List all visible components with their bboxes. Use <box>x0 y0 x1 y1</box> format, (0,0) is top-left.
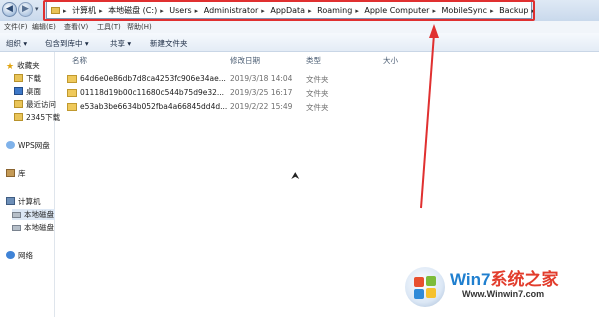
windows-logo-quad <box>414 289 424 299</box>
watermark-brand-a: Win7 <box>450 270 491 289</box>
watermark-brand-b: 系统之家 <box>490 270 559 289</box>
windows-logo-icon <box>405 267 445 307</box>
watermark-logo: Win7系统之家 Www.Winwin7.com <box>400 262 599 317</box>
watermark-url: Www.Winwin7.com <box>462 289 545 299</box>
windows-logo-quad <box>426 288 436 298</box>
windows-logo-quad <box>426 276 436 286</box>
mouse-cursor-icon: ⮝ <box>291 171 300 182</box>
windows-logo-quad <box>414 277 424 287</box>
watermark-brand: Win7系统之家 <box>450 265 558 290</box>
